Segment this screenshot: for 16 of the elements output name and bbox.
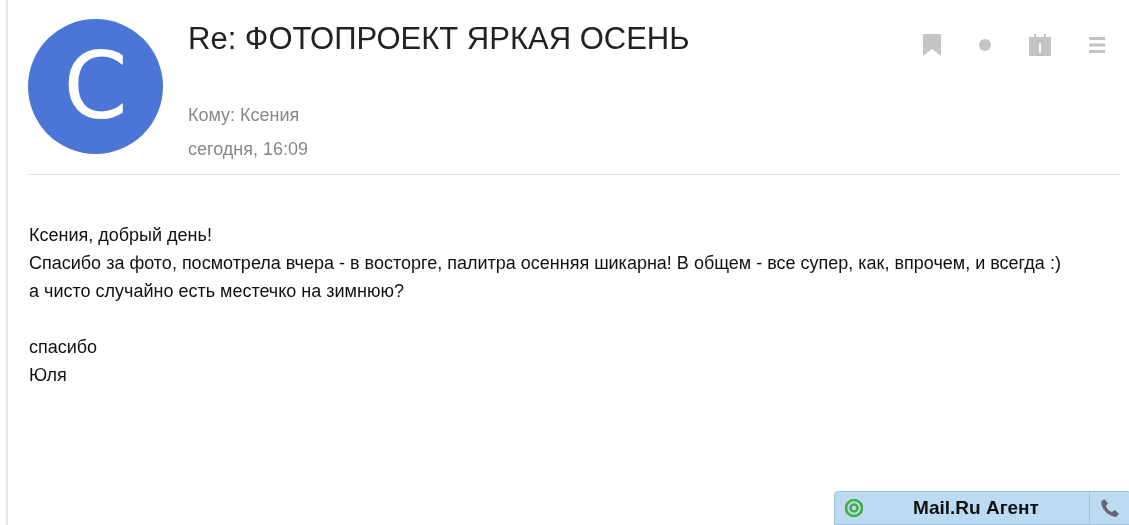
recipient-label: Кому: Ксения: [188, 105, 301, 126]
agent-bar[interactable]: Mail.Ru Агент: [834, 491, 1129, 525]
menu-icon[interactable]: [1089, 37, 1105, 53]
bookmark-icon[interactable]: [923, 34, 941, 56]
message-text: спасибо: [29, 336, 99, 359]
message-date: сегодня, 16:09: [188, 139, 310, 160]
message-text: Спасибо за фото, посмотрела вчера - в восторге, палитра осенняя шикарна! В общем - все супер, как, впрочем, и всегда :): [29, 252, 1062, 275]
sender-avatar: C: [28, 19, 163, 154]
message-text: а чисто случайно есть местечко на зимнюю?: [29, 280, 405, 303]
message-text: Ксения, добрый день!: [29, 224, 213, 247]
message-text: Юля: [29, 364, 68, 387]
phone-icon: [1100, 498, 1120, 518]
dot-icon[interactable]: [979, 39, 991, 51]
calendar-icon[interactable]: [1029, 34, 1051, 56]
message-subject: Re: ФОТОПРОЕКТ ЯРКАЯ ОСЕНЬ: [188, 21, 691, 58]
agent-title: Mail.Ru Агент: [912, 497, 1040, 519]
